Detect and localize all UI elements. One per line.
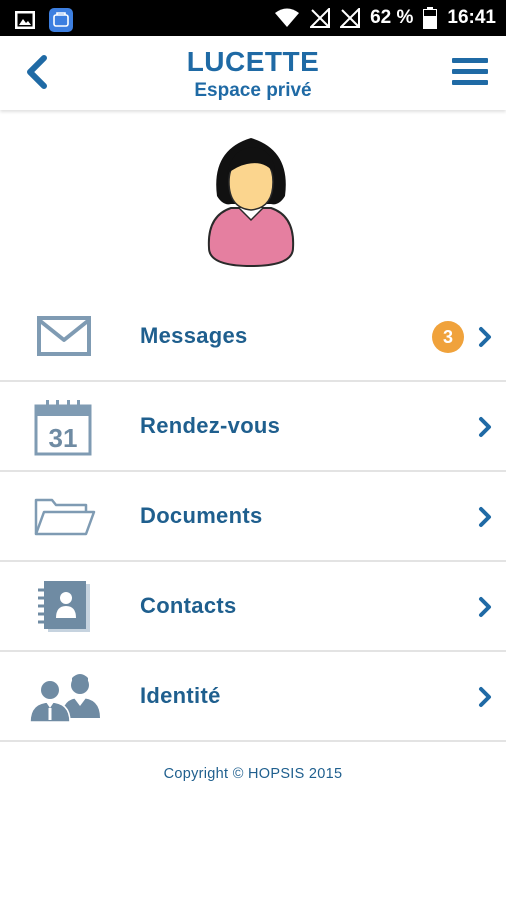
hamburger-menu-button[interactable] — [452, 56, 488, 88]
menu-item-label: Messages — [140, 323, 248, 348]
no-signal-icon — [310, 8, 331, 28]
battery-percent: 62 % — [370, 7, 414, 28]
status-bar: 62 % 16:41 — [0, 0, 506, 36]
avatar — [199, 130, 303, 272]
wifi-icon — [275, 8, 300, 27]
people-icon — [28, 668, 100, 724]
chevron-right-icon — [479, 507, 491, 527]
chevron-right-icon — [479, 327, 491, 347]
menu-item-label: Documents — [140, 503, 263, 528]
female-avatar-icon — [207, 138, 295, 268]
address-book-icon — [28, 578, 98, 634]
unread-count-badge: 3 — [432, 321, 464, 353]
menu-item-messages[interactable]: Messages 3 — [0, 292, 506, 382]
page-title: LUCETTE — [186, 46, 320, 77]
menu-item-label: Identité — [140, 683, 221, 708]
image-notification-icon — [15, 11, 35, 29]
menu-item-label: Rendez-vous — [140, 413, 281, 438]
status-system: 62 % 16:41 — [274, 0, 496, 36]
menu-list: Messages 3 31 Rendez-vous Documents Cont… — [0, 292, 506, 742]
copyright-footer: Copyright © HOPSIS 2015 — [163, 766, 343, 782]
chevron-right-icon — [479, 417, 491, 437]
status-notifications — [14, 7, 74, 33]
calendar-icon: 31 — [28, 398, 98, 456]
menu-item-documents[interactable]: Documents — [0, 472, 506, 562]
chevron-right-icon — [479, 597, 491, 617]
menu-item-label: Contacts — [140, 593, 237, 618]
clock: 16:41 — [447, 7, 496, 28]
hamburger-icon — [452, 58, 488, 85]
app-notification-icon — [49, 8, 73, 32]
battery-icon — [423, 7, 438, 29]
page-subtitle: Espace privé — [194, 80, 312, 101]
menu-item-rendez-vous[interactable]: 31 Rendez-vous — [0, 382, 506, 472]
no-signal-icon-2 — [340, 8, 361, 28]
menu-item-identite[interactable]: Identité — [0, 652, 506, 742]
app-header: LUCETTE Espace privé — [0, 36, 506, 110]
folder-icon — [28, 488, 98, 544]
chevron-right-icon — [479, 687, 491, 707]
envelope-icon — [28, 308, 98, 364]
calendar-day-number: 31 — [49, 423, 78, 453]
menu-item-contacts[interactable]: Contacts — [0, 562, 506, 652]
